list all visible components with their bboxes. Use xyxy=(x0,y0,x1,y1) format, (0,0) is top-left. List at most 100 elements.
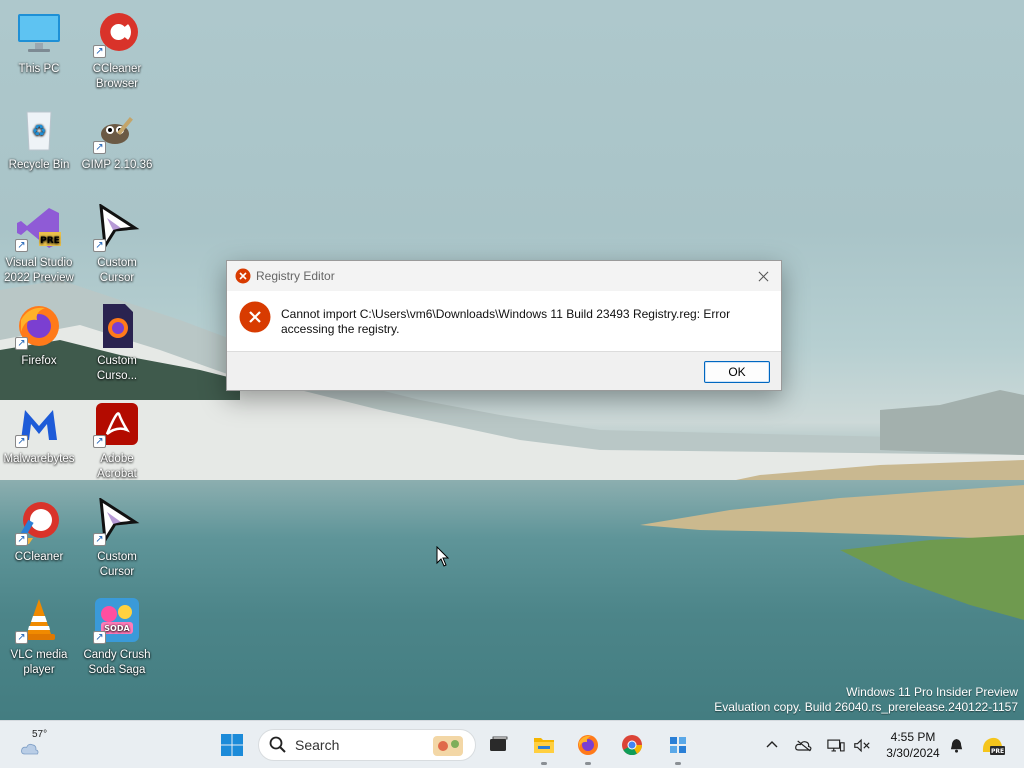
recycle-bin-icon: ♻ xyxy=(15,106,63,154)
gimp-icon: ↗ xyxy=(93,106,141,154)
weather-temp: 57° xyxy=(32,729,48,740)
search-highlight-icon xyxy=(433,736,463,756)
watermark-line-1: Windows 11 Pro Insider Preview xyxy=(846,685,1018,699)
svg-text:PRE: PRE xyxy=(991,748,1004,755)
desktop-icon-label: CCleaner xyxy=(14,551,64,563)
mouse-pointer-icon xyxy=(436,546,450,567)
svg-text:SODA: SODA xyxy=(104,624,130,633)
desktop-icon-visual-studio[interactable]: PRE ↗ Visual Studio 2022 Preview xyxy=(0,204,78,286)
firefox-icon xyxy=(578,735,598,755)
desktop-icon-label: VLC media player xyxy=(10,649,68,676)
taskbar-search[interactable]: Search xyxy=(258,729,476,761)
desktop-icon-label: Visual Studio 2022 Preview xyxy=(4,257,74,284)
desktop-icon-label: GIMP 2.10.36 xyxy=(81,159,153,171)
error-icon xyxy=(239,301,271,333)
shortcut-arrow-icon: ↗ xyxy=(15,337,28,350)
shortcut-arrow-icon: ↗ xyxy=(15,239,28,252)
taskbar: 57° Search 4:55 PM 3/30/2024 PRE xyxy=(0,720,1024,768)
desktop-icon-candy-crush[interactable]: SODA ↗ Candy Crush Soda Saga xyxy=(78,596,156,678)
bell-icon xyxy=(950,738,962,753)
shortcut-arrow-icon: ↗ xyxy=(93,141,106,154)
shortcut-arrow-icon: ↗ xyxy=(15,631,28,644)
dialog-title: Registry Editor xyxy=(256,269,335,283)
task-view-icon xyxy=(490,736,508,751)
desktop-icon-label: Custom Curso... xyxy=(96,355,138,382)
desktop-icon-firefox[interactable]: ↗ Firefox xyxy=(0,302,78,369)
running-indicator xyxy=(675,762,681,765)
ccleaner-icon: ↗ xyxy=(15,498,63,546)
shortcut-arrow-icon: ↗ xyxy=(93,45,106,58)
monitor-icon xyxy=(15,10,63,58)
file-explorer-button[interactable] xyxy=(528,729,560,765)
desktop-icon-label: Malwarebytes xyxy=(3,453,75,465)
desktop-icon-label: Custom Cursor xyxy=(97,551,137,578)
shortcut-arrow-icon: ↗ xyxy=(15,435,28,448)
desktop-icon-ccleaner[interactable]: ↗ CCleaner xyxy=(0,498,78,565)
evaluation-watermark: Windows 11 Pro Insider Preview Evaluatio… xyxy=(714,685,1018,715)
onedrive-tray-button[interactable] xyxy=(794,735,814,755)
desktop-icon-custom-cursor-3[interactable]: ↗ Custom Cursor xyxy=(78,498,156,580)
desktop-icon-label: Recycle Bin xyxy=(8,159,70,171)
registry-editor-error-dialog: Registry Editor Cannot import C:\Users\v… xyxy=(226,260,782,391)
desktop-icon-label: Firefox xyxy=(21,355,57,367)
firefox-taskbar-button[interactable] xyxy=(572,729,604,765)
desktop-icon-label: CCleaner Browser xyxy=(92,63,142,90)
shortcut-arrow-icon: ↗ xyxy=(93,631,106,644)
wallpaper-shore xyxy=(640,485,1024,620)
windows-logo-icon xyxy=(221,734,243,756)
custom-cursor-icon: ↗ xyxy=(93,498,141,546)
desktop-icon-malwarebytes[interactable]: ↗ Malwarebytes xyxy=(0,400,78,467)
dialog-message: Cannot import C:\Users\vm6\Downloads\Win… xyxy=(281,307,731,336)
desktop-icon-recycle-bin[interactable]: ♻ Recycle Bin xyxy=(0,106,78,173)
firefox-file-icon xyxy=(93,302,141,350)
desktop-icon-vlc[interactable]: ↗ VLC media player xyxy=(0,596,78,678)
desktop-icon-adobe-acrobat[interactable]: ↗ Adobe Acrobat xyxy=(78,400,156,482)
chrome-taskbar-button[interactable] xyxy=(616,729,648,761)
weather-widget[interactable]: 57° xyxy=(16,729,56,761)
candy-crush-icon: SODA ↗ xyxy=(93,596,141,644)
search-placeholder: Search xyxy=(295,737,340,753)
close-button[interactable] xyxy=(751,265,775,287)
dialog-body: Cannot import C:\Users\vm6\Downloads\Win… xyxy=(227,291,781,351)
desktop-icons: This PC ↗ CCleaner Browser ♻ Recycle Bin… xyxy=(0,0,160,720)
adobe-acrobat-icon: ↗ xyxy=(93,400,141,448)
desktop-icon-label: Adobe Acrobat xyxy=(97,453,137,480)
vlc-cone-icon: ↗ xyxy=(15,596,63,644)
show-hidden-icons-button[interactable] xyxy=(762,735,782,755)
desktop-icon-this-pc[interactable]: This PC xyxy=(0,10,78,77)
notifications-button[interactable] xyxy=(946,735,966,755)
monitor-network-icon xyxy=(827,739,845,751)
desktop-icon-label: Candy Crush Soda Saga xyxy=(83,649,151,676)
volume-tray-button[interactable] xyxy=(852,735,872,755)
shortcut-arrow-icon: ↗ xyxy=(93,435,106,448)
firefox-icon: ↗ xyxy=(15,302,63,350)
start-button[interactable] xyxy=(216,729,248,761)
desktop-icon-label: Custom Cursor xyxy=(97,257,137,284)
ok-button[interactable]: OK xyxy=(704,361,770,383)
chrome-icon xyxy=(622,735,643,756)
insider-preview-badge[interactable]: PRE xyxy=(980,735,1006,755)
network-tray-button[interactable] xyxy=(826,735,846,755)
custom-cursor-icon: ↗ xyxy=(93,204,141,252)
shortcut-arrow-icon: ↗ xyxy=(93,239,106,252)
ccleaner-browser-icon: ↗ xyxy=(93,10,141,58)
clock[interactable]: 4:55 PM 3/30/2024 xyxy=(880,729,946,761)
desktop-icon-custom-cursor-2[interactable]: Custom Curso... xyxy=(78,302,156,384)
svg-text:PRE: PRE xyxy=(40,236,60,246)
registry-editor-icon xyxy=(670,737,686,753)
registry-editor-taskbar-button[interactable] xyxy=(662,729,694,765)
close-icon xyxy=(758,271,768,281)
watermark-line-2: Evaluation copy. Build 26040.rs_prerelea… xyxy=(714,700,1018,714)
malwarebytes-icon: ↗ xyxy=(15,400,63,448)
error-icon xyxy=(235,268,251,284)
task-view-button[interactable] xyxy=(482,729,514,761)
desktop-icon-gimp[interactable]: ↗ GIMP 2.10.36 xyxy=(78,106,156,173)
folder-icon xyxy=(534,738,554,753)
clock-time: 4:55 PM xyxy=(890,730,936,744)
dialog-title-bar[interactable]: Registry Editor xyxy=(227,261,781,291)
chevron-up-icon xyxy=(766,741,778,748)
running-indicator xyxy=(541,762,547,765)
desktop-icon-ccleaner-browser[interactable]: ↗ CCleaner Browser xyxy=(78,10,156,92)
insider-pre-icon: PRE xyxy=(982,737,1005,755)
desktop-icon-custom-cursor[interactable]: ↗ Custom Cursor xyxy=(78,204,156,286)
